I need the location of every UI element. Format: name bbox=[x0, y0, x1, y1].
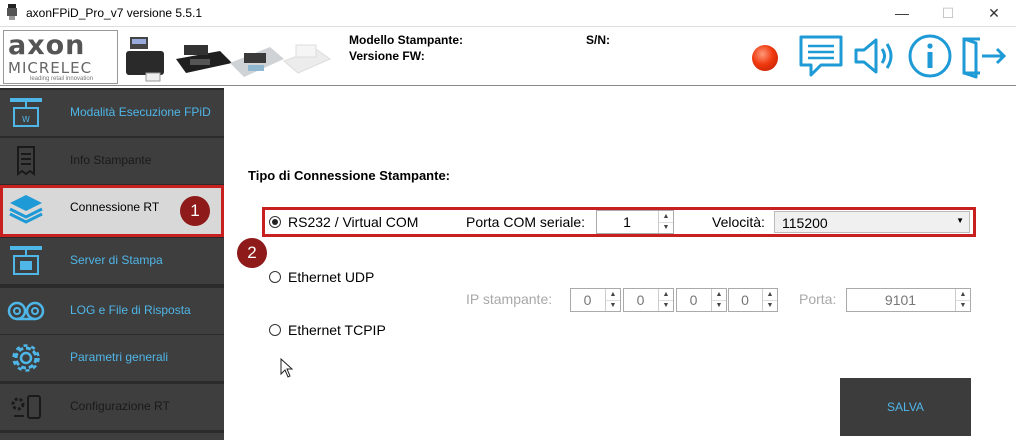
annotation-badge-1: 1 bbox=[180, 196, 210, 226]
stepper-down-icon[interactable]: ▼ bbox=[606, 300, 620, 311]
tape-icon bbox=[7, 301, 45, 321]
udp-porta-label: Porta: bbox=[799, 291, 837, 307]
ip-octet-2[interactable]: 0 ▲ ▼ bbox=[623, 288, 674, 312]
stepper-arrows: ▲ ▼ bbox=[658, 211, 673, 233]
gear-icon bbox=[12, 344, 40, 372]
close-button[interactable]: ✕ bbox=[971, 0, 1016, 26]
company-logo: axon MICRELEC leading retail innovation bbox=[3, 30, 118, 84]
app-icon bbox=[7, 4, 17, 20]
exit-icon[interactable] bbox=[958, 33, 1008, 79]
config-icon bbox=[11, 395, 41, 419]
udp-porta-stepper[interactable]: 9101 ▲ ▼ bbox=[846, 288, 971, 312]
sidebar-label: LOG e File di Risposta bbox=[70, 303, 191, 317]
velocita-value: 115200 bbox=[782, 215, 828, 231]
ip-octet-value: 0 bbox=[741, 292, 749, 308]
ip-octet-value: 0 bbox=[689, 292, 698, 308]
udp-radio[interactable] bbox=[269, 271, 281, 283]
sidebar-item-connessione-rt[interactable]: Connessione RT 1 bbox=[0, 185, 224, 237]
versione-label: Versione FW: bbox=[349, 49, 425, 63]
stepper-down-icon[interactable]: ▼ bbox=[763, 300, 777, 311]
sidebar-label: Info Stampante bbox=[70, 153, 152, 167]
info-icon[interactable] bbox=[906, 33, 954, 79]
stepper-down-icon[interactable]: ▼ bbox=[659, 222, 673, 233]
sidebar-label: Configurazione RT bbox=[70, 399, 170, 413]
receipt-icon bbox=[17, 146, 35, 176]
porta-com-value: 1 bbox=[623, 214, 631, 230]
sidebar: W Modalità Esecuzione FPiD Info Stampant… bbox=[0, 88, 224, 440]
window-title: axonFPiD_Pro_v7 versione 5.5.1 bbox=[26, 6, 203, 20]
svg-text:W: W bbox=[22, 115, 30, 124]
sidebar-label: Connessione RT bbox=[70, 200, 160, 214]
logo-tagline: leading retail innovation bbox=[30, 76, 94, 82]
ip-octet-value: 0 bbox=[583, 292, 592, 308]
ip-label: IP stampante: bbox=[466, 291, 553, 307]
title-bar: axonFPiD_Pro_v7 versione 5.5.1 — ☐ ✕ bbox=[0, 0, 1016, 26]
logo-axon: axon bbox=[8, 30, 86, 61]
ip-octet-value: 0 bbox=[636, 292, 645, 308]
ip-octet-3[interactable]: 0 ▲ ▼ bbox=[676, 288, 727, 312]
save-button[interactable]: SALVA bbox=[840, 378, 971, 436]
app-header: axon MICRELEC leading retail innovation … bbox=[0, 26, 1016, 86]
printer-network-icon: W bbox=[10, 98, 42, 127]
stepper-arrows: ▲ ▼ bbox=[711, 289, 726, 311]
printer-status-indicator bbox=[752, 45, 778, 71]
mouse-cursor-icon bbox=[280, 358, 294, 378]
sidebar-item-server-di-stampa[interactable]: Server di Stampa bbox=[0, 238, 224, 284]
printer-models-image bbox=[126, 37, 332, 82]
tcpip-label: Ethernet TCPIP bbox=[288, 322, 386, 338]
velocita-label: Velocità: bbox=[712, 214, 765, 230]
chevron-down-icon: ▼ bbox=[956, 216, 964, 225]
maximize-button[interactable]: ☐ bbox=[925, 0, 971, 26]
ip-octet-4[interactable]: 0 ▲ ▼ bbox=[728, 288, 778, 312]
porta-com-stepper[interactable]: 1 ▲ ▼ bbox=[596, 210, 674, 234]
minimize-button[interactable]: — bbox=[879, 0, 925, 26]
rs232-label: RS232 / Virtual COM bbox=[288, 214, 419, 230]
porta-com-label: Porta COM seriale: bbox=[466, 214, 586, 230]
stepper-arrows: ▲ ▼ bbox=[605, 289, 620, 311]
stepper-down-icon[interactable]: ▼ bbox=[712, 300, 726, 311]
stepper-arrows: ▲ ▼ bbox=[762, 289, 777, 311]
rs232-radio[interactable] bbox=[269, 216, 281, 228]
sidebar-label: Server di Stampa bbox=[70, 253, 163, 267]
sidebar-label: Modalità Esecuzione FPiD bbox=[70, 105, 211, 119]
sidebar-item-configurazione-rt[interactable]: Configurazione RT bbox=[0, 384, 224, 430]
sidebar-item-modalita[interactable]: W Modalità Esecuzione FPiD bbox=[0, 90, 224, 136]
udp-porta-value: 9101 bbox=[884, 292, 917, 308]
sidebar-item-partial bbox=[0, 433, 224, 440]
modello-label: Modello Stampante: bbox=[349, 33, 464, 47]
udp-label: Ethernet UDP bbox=[288, 269, 375, 285]
stepper-arrows: ▲ ▼ bbox=[955, 289, 970, 311]
stepper-down-icon[interactable]: ▼ bbox=[956, 300, 970, 311]
message-icon[interactable] bbox=[797, 33, 845, 79]
connection-type-title: Tipo di Connessione Stampante: bbox=[248, 168, 451, 183]
stepper-arrows: ▲ ▼ bbox=[658, 289, 673, 311]
annotation-badge-2: 2 bbox=[237, 238, 267, 268]
speaker-icon[interactable] bbox=[852, 33, 900, 79]
ip-octet-1[interactable]: 0 ▲ ▼ bbox=[570, 288, 621, 312]
sidebar-label: Parametri generali bbox=[70, 350, 169, 364]
sidebar-item-log[interactable]: LOG e File di Risposta bbox=[0, 288, 224, 334]
layers-icon bbox=[9, 195, 43, 224]
tcpip-radio[interactable] bbox=[269, 324, 281, 336]
logo-micrelec: MICRELEC bbox=[8, 59, 93, 77]
sidebar-item-parametri[interactable]: Parametri generali bbox=[0, 335, 224, 381]
stepper-down-icon[interactable]: ▼ bbox=[659, 300, 673, 311]
print-server-icon bbox=[10, 246, 42, 275]
sidebar-item-info-stampante[interactable]: Info Stampante bbox=[0, 138, 224, 184]
velocita-select[interactable]: 115200 ▼ bbox=[774, 211, 970, 233]
serial-label: S/N: bbox=[586, 33, 610, 47]
